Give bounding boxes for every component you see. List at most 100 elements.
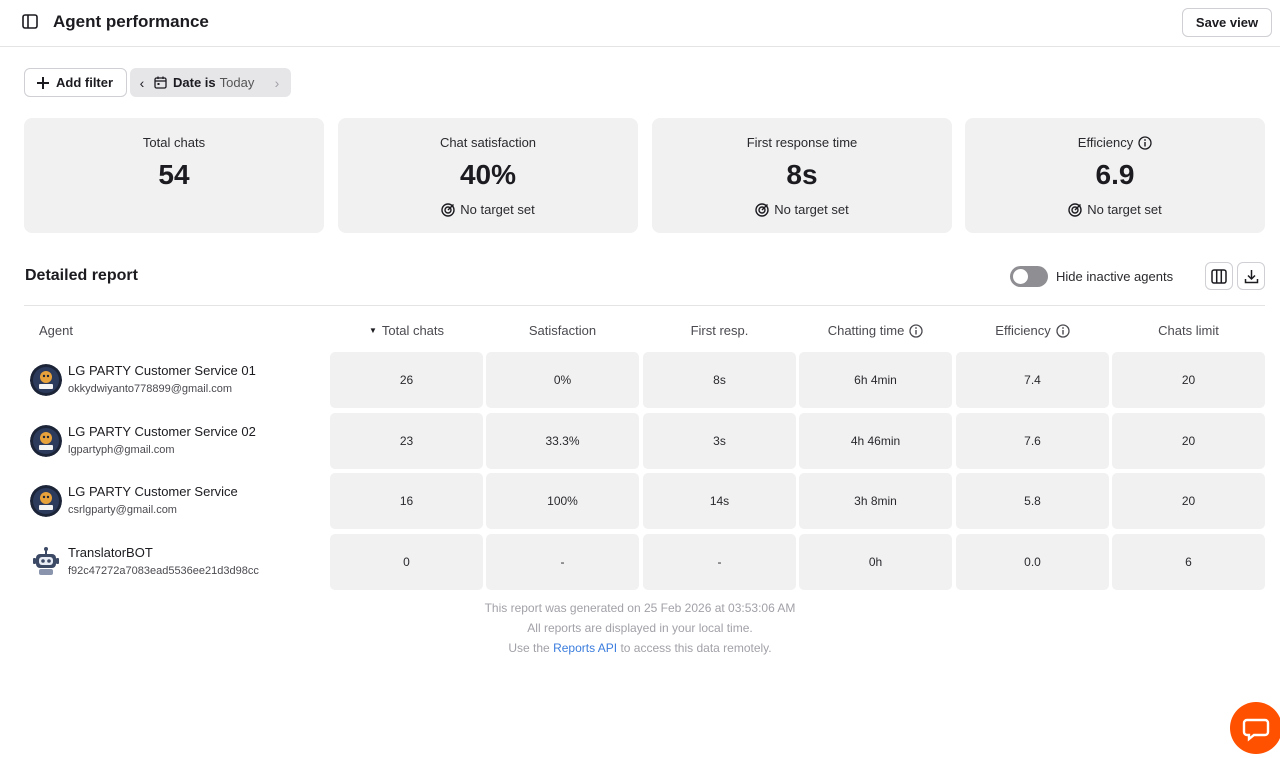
efficiency-cell: 7.4: [956, 352, 1109, 408]
chats-limit-cell: 6: [1112, 534, 1265, 590]
lgparty-logo-avatar: [30, 425, 62, 457]
chat-satisfaction-card: Chat satisfaction 40% No target set: [338, 118, 638, 233]
api-note: Use the Reports API to access this data …: [0, 641, 1280, 655]
column-header-chats-limit[interactable]: Chats limit: [1112, 323, 1265, 338]
table-row[interactable]: LG PARTY Customer Service 01 okkydwiyant…: [24, 352, 1265, 408]
first-resp-cell: 3s: [643, 413, 796, 469]
total-chats-cell: 26: [330, 352, 483, 408]
api-note-prefix: Use the: [508, 641, 550, 655]
chatting-time-cell: 4h 46min: [799, 413, 952, 469]
column-header-efficiency[interactable]: Efficiency: [956, 323, 1109, 338]
column-header-label: Chatting time: [827, 323, 905, 338]
chatting-time-cell: 3h 8min: [799, 473, 952, 529]
card-target[interactable]: No target set: [652, 202, 952, 217]
chats-limit-cell: 20: [1112, 473, 1265, 529]
calendar-icon: [154, 76, 167, 89]
date-filter-key: Date is: [173, 75, 216, 90]
first-resp-cell: 14s: [643, 473, 796, 529]
toggle-knob: [1013, 269, 1028, 284]
total-chats-card: Total chats 54: [24, 118, 324, 233]
target-icon: [441, 202, 455, 217]
agent-name: LG PARTY Customer Service: [68, 484, 238, 499]
agent-cell: TranslatorBOT f92c47272a7083ead5536ee21d…: [30, 545, 330, 581]
agent-cell: LG PARTY Customer Service 02 lgpartyph@g…: [30, 424, 330, 460]
download-button[interactable]: [1237, 262, 1265, 290]
date-filter-value: Today: [219, 75, 255, 90]
efficiency-cell: 7.6: [956, 413, 1109, 469]
first-resp-cell: 8s: [643, 352, 796, 408]
column-header-agent[interactable]: Agent: [39, 323, 73, 338]
chat-widget-button[interactable]: [1230, 702, 1280, 754]
card-value: 6.9: [1095, 159, 1135, 190]
efficiency-card: Efficiency 6.9 No target set: [965, 118, 1265, 233]
agent-email: f92c47272a7083ead5536ee21d3d98cc: [68, 565, 259, 577]
chevron-left-icon[interactable]: ‹: [130, 75, 154, 91]
reports-api-link[interactable]: Reports API: [553, 641, 617, 655]
target-icon: [1068, 202, 1082, 217]
efficiency-cell: 5.8: [956, 473, 1109, 529]
divider: [24, 305, 1265, 306]
hide-inactive-toggle[interactable]: [1010, 266, 1048, 287]
chats-limit-cell: 20: [1112, 352, 1265, 408]
info-icon[interactable]: [1056, 323, 1070, 338]
card-target[interactable]: No target set: [965, 202, 1265, 217]
target-label: No target set: [460, 202, 535, 217]
column-header-label: Total chats: [381, 323, 445, 338]
column-header-first-resp[interactable]: First resp.: [643, 323, 796, 338]
card-value: 8s: [786, 159, 818, 190]
card-label: First response time: [746, 135, 858, 150]
card-label: Total chats: [142, 135, 206, 150]
add-filter-label: Add filter: [56, 75, 114, 90]
card-value: 54: [158, 159, 190, 190]
chevron-right-icon[interactable]: ›: [267, 75, 287, 91]
chats-limit-cell: 20: [1112, 413, 1265, 469]
target-icon: [755, 202, 769, 217]
chat-bubble-icon: [1242, 718, 1270, 742]
date-filter-chip[interactable]: ‹ Date is Today ›: [130, 68, 291, 97]
save-view-button[interactable]: Save view: [1182, 8, 1272, 37]
card-label: Chat satisfaction: [439, 135, 537, 150]
chatting-time-cell: 6h 4min: [799, 352, 952, 408]
first-response-time-card: First response time 8s No target set: [652, 118, 952, 233]
column-header-satisfaction[interactable]: Satisfaction: [486, 323, 639, 338]
top-bar: Agent performance Save view: [0, 0, 1280, 47]
column-header-label: Efficiency: [995, 323, 1051, 338]
satisfaction-cell: 33.3%: [486, 413, 639, 469]
table-row[interactable]: LG PARTY Customer Service csrlgparty@gma…: [24, 473, 1265, 529]
efficiency-cell: 0.0: [956, 534, 1109, 590]
agent-cell: LG PARTY Customer Service csrlgparty@gma…: [30, 484, 330, 520]
column-header-label: Agent: [39, 323, 73, 338]
total-chats-cell: 16: [330, 473, 483, 529]
satisfaction-cell: 0%: [486, 352, 639, 408]
columns-icon: [1211, 268, 1227, 284]
agent-name: LG PARTY Customer Service 01: [68, 363, 256, 378]
column-header-label: First resp.: [690, 323, 749, 338]
column-header-total-chats[interactable]: ▼ Total chats: [330, 323, 483, 338]
total-chats-cell: 0: [330, 534, 483, 590]
hide-inactive-label: Hide inactive agents: [1056, 269, 1174, 284]
sidebar-toggle-icon[interactable]: [22, 14, 38, 29]
column-header-label: Satisfaction: [528, 323, 597, 338]
satisfaction-cell: -: [486, 534, 639, 590]
column-header-chatting-time[interactable]: Chatting time: [799, 323, 952, 338]
card-label: Efficiency: [1077, 135, 1134, 150]
api-note-suffix: to access this data remotely.: [620, 641, 772, 655]
card-value: 40%: [459, 159, 517, 190]
info-icon[interactable]: [1138, 135, 1152, 150]
satisfaction-cell: 100%: [486, 473, 639, 529]
agent-name: LG PARTY Customer Service 02: [68, 424, 256, 439]
detailed-report-title: Detailed report: [25, 267, 138, 284]
target-label: No target set: [774, 202, 849, 217]
target-label: No target set: [1087, 202, 1162, 217]
agent-cell: LG PARTY Customer Service 01 okkydwiyant…: [30, 363, 330, 399]
table-row[interactable]: LG PARTY Customer Service 02 lgpartyph@g…: [24, 413, 1265, 469]
columns-button[interactable]: [1205, 262, 1233, 290]
agent-email: csrlgparty@gmail.com: [68, 504, 177, 516]
info-icon[interactable]: [909, 323, 923, 338]
first-resp-cell: -: [643, 534, 796, 590]
card-target[interactable]: No target set: [338, 202, 638, 217]
lgparty-logo-avatar: [30, 485, 62, 517]
local-time-note: All reports are displayed in your local …: [527, 621, 753, 635]
add-filter-button[interactable]: Add filter: [24, 68, 127, 97]
table-row[interactable]: TranslatorBOT f92c47272a7083ead5536ee21d…: [24, 534, 1265, 590]
